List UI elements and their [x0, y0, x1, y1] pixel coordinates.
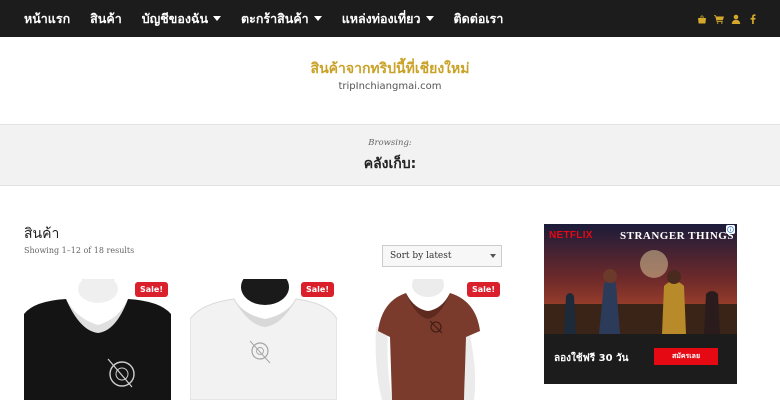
product-card[interactable]: Sale! — [24, 279, 171, 400]
result-count: Showing 1–12 of 18 results — [24, 246, 135, 255]
nav-item-cart[interactable]: ตะกร้าสินค้า — [241, 9, 322, 29]
nav-item-contact[interactable]: ติดต่อเรา — [454, 9, 504, 29]
page-title: สินค้า — [24, 226, 60, 242]
ad-offer-text: ลองใช้ฟรี 30 วัน — [554, 353, 629, 364]
white-shirt-image — [190, 279, 337, 400]
nav-item-my-account[interactable]: บัญชีของฉัน — [141, 9, 222, 29]
site-tagline: tripInchiangmai.com — [338, 81, 442, 92]
chevron-down-icon — [490, 254, 496, 258]
user-icon[interactable] — [730, 13, 741, 24]
sale-badge: Sale! — [301, 282, 334, 297]
nav-item-home[interactable]: หน้าแรก — [24, 9, 70, 29]
nav-item-label: ติดต่อเรา — [453, 10, 504, 26]
archive-title: คลังเก็บ: — [363, 156, 417, 172]
ad-brand: NETFLIX — [549, 230, 593, 241]
nav-item-label: บัญชีของฉัน — [141, 10, 209, 26]
sale-badge: Sale! — [467, 282, 500, 297]
browsing-label: Browsing: — [368, 138, 412, 148]
facebook-icon[interactable] — [747, 13, 758, 24]
netflix-advertisement[interactable]: NETFLIX STRANGER THINGS ลองใช้ฟรี 30 วัน… — [544, 224, 737, 384]
product-card[interactable]: Sale! — [190, 279, 337, 400]
black-shirt-image — [24, 279, 171, 400]
nav-item-attractions[interactable]: แหล่งท่องเที่ยว — [342, 9, 434, 29]
nav-item-label: แหล่งท่องเที่ยว — [341, 10, 421, 26]
ad-signup-button[interactable]: สมัครเลย — [654, 348, 718, 365]
sort-select-value: Sort by latest — [390, 251, 452, 261]
product-card[interactable]: Sale! — [356, 279, 503, 400]
sale-badge: Sale! — [135, 282, 168, 297]
ad-title: STRANGER THINGS — [620, 230, 734, 242]
nav-item-label: หน้าแรก — [24, 10, 71, 26]
cart-icon[interactable] — [713, 13, 724, 24]
site-title[interactable]: สินค้าจากทริปนี้ที่เชียงใหม่ — [0, 58, 780, 80]
sort-select[interactable]: Sort by latest — [382, 245, 502, 267]
main-menu: หน้าแรก สินค้า บัญชีของฉัน ตะกร้าสินค้า … — [24, 0, 523, 37]
brown-shirt-image — [356, 279, 503, 400]
shopping-bag-icon[interactable] — [696, 13, 707, 24]
nav-item-products[interactable]: สินค้า — [90, 9, 122, 29]
chevron-down-icon — [425, 16, 434, 21]
header-icons — [696, 0, 758, 37]
chevron-down-icon — [313, 16, 322, 21]
ad-info-icon[interactable] — [726, 225, 735, 234]
chevron-down-icon — [213, 16, 222, 21]
top-navigation-bar: หน้าแรก สินค้า บัญชีของฉัน ตะกร้าสินค้า … — [0, 0, 780, 37]
nav-item-label: สินค้า — [90, 10, 122, 26]
nav-item-label: ตะกร้าสินค้า — [241, 10, 309, 26]
archive-header: Browsing: คลังเก็บ: — [0, 124, 780, 186]
ad-footer: ลองใช้ฟรี 30 วัน สมัครเลย — [544, 334, 737, 384]
